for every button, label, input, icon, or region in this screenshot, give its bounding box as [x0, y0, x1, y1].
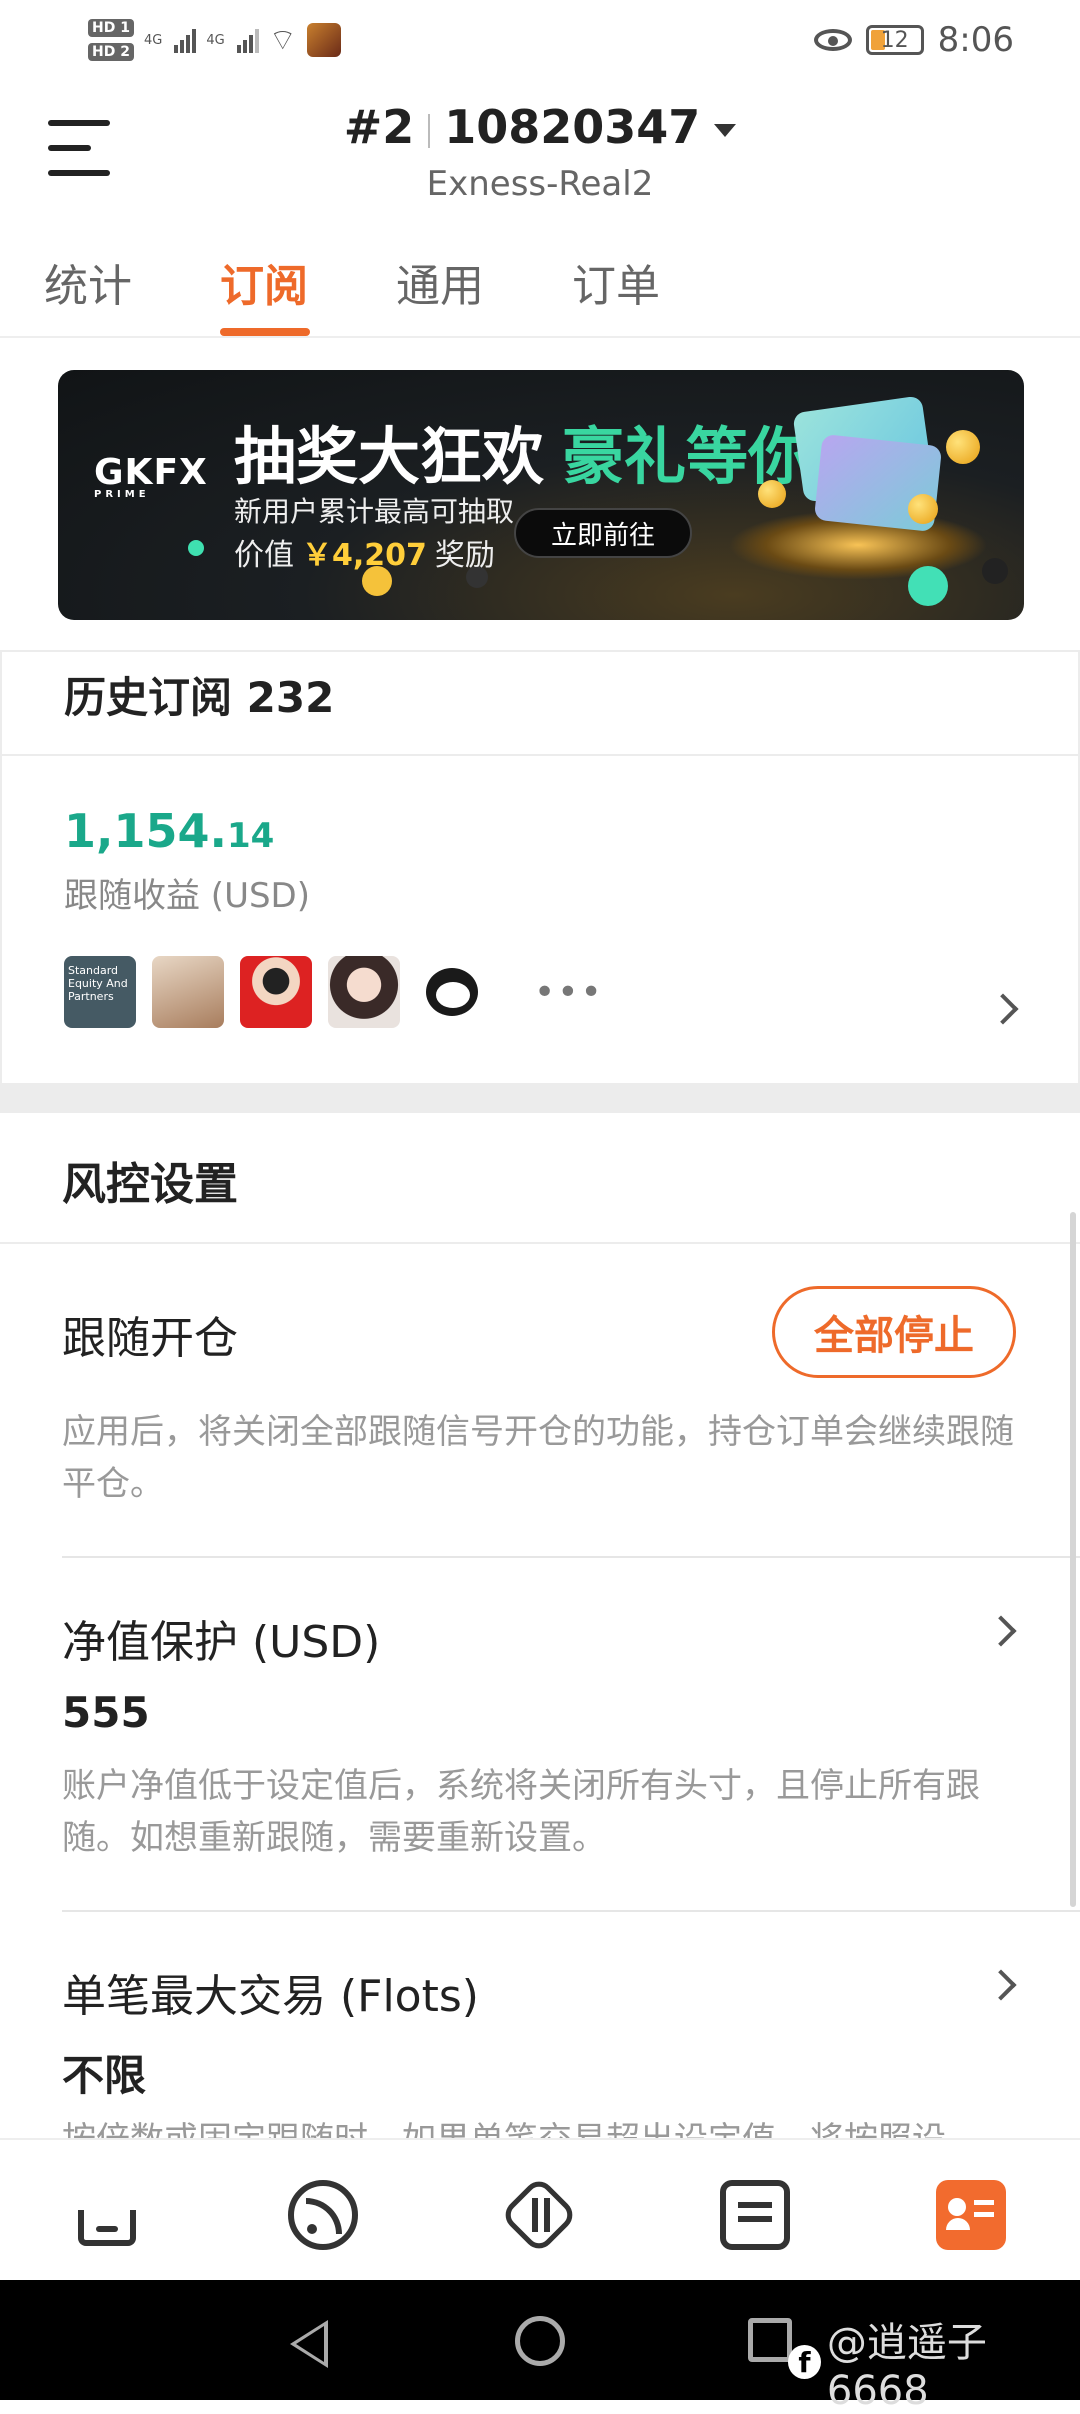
watermark: f @逍遥子6668: [788, 2310, 1080, 2414]
dropdown-caret-icon: [714, 124, 737, 137]
subscription-history-card[interactable]: 历史订阅 232 1,154.14 跟随收益 (USD) Standard Eq…: [0, 650, 1080, 1085]
app-header: #2 10820347 Exness-Real2: [0, 90, 1080, 220]
signal-icon-2: [236, 27, 259, 53]
network-type-2: 4G: [206, 32, 225, 48]
follow-profit-label: 跟随收益 (USD): [64, 876, 310, 916]
signal-icon-1: [174, 27, 197, 53]
tab-bar: 统计 订阅 通用 订单: [0, 230, 1080, 338]
section-gap: [0, 1085, 1080, 1113]
messages-icon[interactable]: [720, 2180, 790, 2250]
divider: [0, 1242, 1080, 1244]
status-bar: HD 1 HD 2 4G 4G ⌔ 12 8:06: [0, 0, 1080, 80]
follow-open-description: 应用后，将关闭全部跟随信号开仓的功能，持仓订单会继续跟随平仓。: [62, 1412, 1014, 1504]
hd1-indicator: HD 1: [88, 19, 134, 37]
active-tab-indicator: [220, 328, 310, 336]
facebook-icon: f: [788, 2345, 821, 2379]
network-type-1: 4G: [143, 32, 163, 48]
avatar: Standard Equity And Partners: [64, 956, 136, 1028]
system-navigation-bar: f @逍遥子6668: [0, 2280, 1080, 2414]
bottom-navigation: [0, 2138, 1080, 2280]
chevron-right-icon[interactable]: [985, 1969, 1017, 2001]
server-name: Exness-Real2: [426, 164, 654, 204]
tab-subscriptions[interactable]: 订阅: [220, 250, 308, 314]
coin-graphic: [758, 480, 786, 508]
risk-settings-title: 风控设置: [62, 1159, 238, 1210]
banner-decoration: [908, 566, 948, 606]
chevron-right-icon[interactable]: [987, 993, 1019, 1025]
avatar: [328, 956, 400, 1028]
banner-line2: 价值 ￥4,207 奖励: [234, 538, 495, 573]
hd2-indicator: HD 2: [88, 43, 134, 61]
wifi-icon: ⌔: [268, 23, 297, 58]
avatar: [240, 956, 312, 1028]
scrollbar[interactable]: [1070, 1212, 1076, 1907]
history-title: 历史订阅 232: [64, 673, 335, 722]
signals-feed-icon[interactable]: [288, 2180, 358, 2250]
divider: [62, 1910, 1080, 1912]
battery-icon: 12: [865, 25, 924, 55]
account-index: #2: [343, 100, 415, 154]
equity-protection-label[interactable]: 净值保护 (USD): [62, 1606, 380, 1670]
banner-line1: 新用户累计最高可抽取: [234, 495, 515, 528]
follow-profit-value: 1,154.14: [64, 804, 275, 858]
coin-graphic: [908, 494, 938, 524]
account-number: 10820347: [444, 100, 701, 154]
equity-protection-description: 账户净值低于设定值后，系统将关闭所有头寸，且停止所有跟随。如想重新跟随，需要重新…: [62, 1766, 980, 1858]
tab-stats[interactable]: 统计: [44, 250, 132, 314]
stop-all-button[interactable]: 全部停止: [772, 1286, 1016, 1378]
banner-decoration: [188, 540, 204, 556]
avatar: [152, 956, 224, 1028]
max-trade-value: 不限: [62, 2051, 147, 2100]
recent-apps-icon[interactable]: [748, 2318, 792, 2362]
divider: [62, 1556, 1080, 1558]
notification-app-icon: [306, 23, 341, 57]
follow-open-label: 跟随开仓: [62, 1313, 238, 1364]
avatar: [416, 956, 488, 1028]
clock: 8:06: [937, 20, 1014, 60]
avatar-list: Standard Equity And Partners •••: [64, 956, 604, 1028]
account-selector[interactable]: #2 10820347: [0, 100, 1080, 154]
banner-decoration: [982, 558, 1008, 584]
tab-general[interactable]: 通用: [396, 250, 484, 314]
divider: [2, 754, 1080, 756]
profile-icon[interactable]: [936, 2180, 1006, 2250]
eye-comfort-icon: [813, 29, 852, 51]
more-icon: •••: [534, 971, 604, 1013]
home-button-icon[interactable]: [515, 2316, 565, 2366]
max-trade-label[interactable]: 单笔最大交易 (Flots): [62, 1960, 479, 2024]
equity-protection-value: 555: [62, 1688, 150, 1737]
banner-logo: GKFX PRIME: [94, 452, 208, 500]
promo-banner[interactable]: GKFX PRIME 抽奖大狂欢 豪礼等你来 新用户累计最高可抽取 价值 ￥4,207…: [58, 370, 1024, 620]
max-trade-description: 按倍数或固定跟随时，如果单笔交易超出设定值，将按照设: [62, 2114, 1022, 2138]
chevron-right-icon[interactable]: [985, 1615, 1017, 1647]
banner-cta-button[interactable]: 立即前往: [514, 508, 692, 558]
trade-icon[interactable]: [499, 2175, 579, 2255]
tab-orders[interactable]: 订单: [572, 250, 660, 314]
back-icon[interactable]: [290, 2320, 328, 2368]
home-icon[interactable]: [72, 2180, 142, 2250]
coin-graphic: [946, 430, 980, 464]
